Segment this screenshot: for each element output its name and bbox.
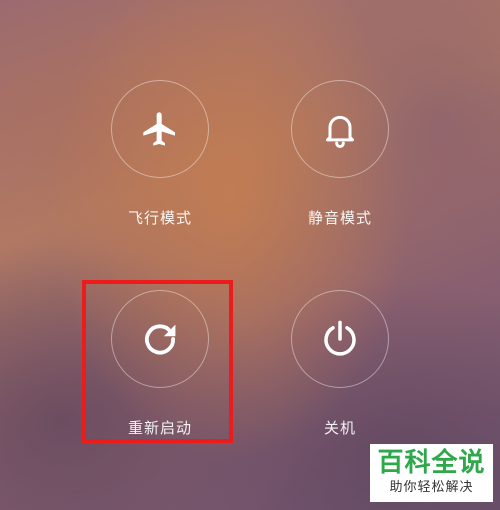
watermark-subtitle: 助你轻松解决	[389, 480, 474, 495]
airplane-mode-circle[interactable]	[111, 80, 209, 178]
power-icon	[324, 320, 356, 356]
power-off-button[interactable]: 关机	[270, 290, 410, 438]
airplane-mode-label: 飞行模式	[127, 209, 192, 227]
airplane-mode-button[interactable]: 飞行模式	[90, 80, 230, 228]
reboot-label: 重新启动	[127, 419, 192, 437]
watermark-logo: 百科全说 助你轻松解决	[370, 444, 493, 502]
bell-icon	[326, 115, 354, 148]
reboot-circle[interactable]	[111, 290, 209, 388]
silent-mode-circle[interactable]	[291, 80, 389, 178]
power-menu: 飞行模式 静音模式 重新启动 关机	[0, 0, 500, 510]
silent-mode-label: 静音模式	[307, 209, 372, 227]
reboot-icon	[144, 324, 176, 355]
power-off-circle[interactable]	[291, 290, 389, 388]
airplane-icon	[143, 112, 175, 146]
power-off-label: 关机	[323, 419, 356, 437]
reboot-button[interactable]: 重新启动	[90, 290, 230, 438]
silent-mode-button[interactable]: 静音模式	[270, 80, 410, 228]
watermark-title: 百科全说	[377, 448, 486, 478]
